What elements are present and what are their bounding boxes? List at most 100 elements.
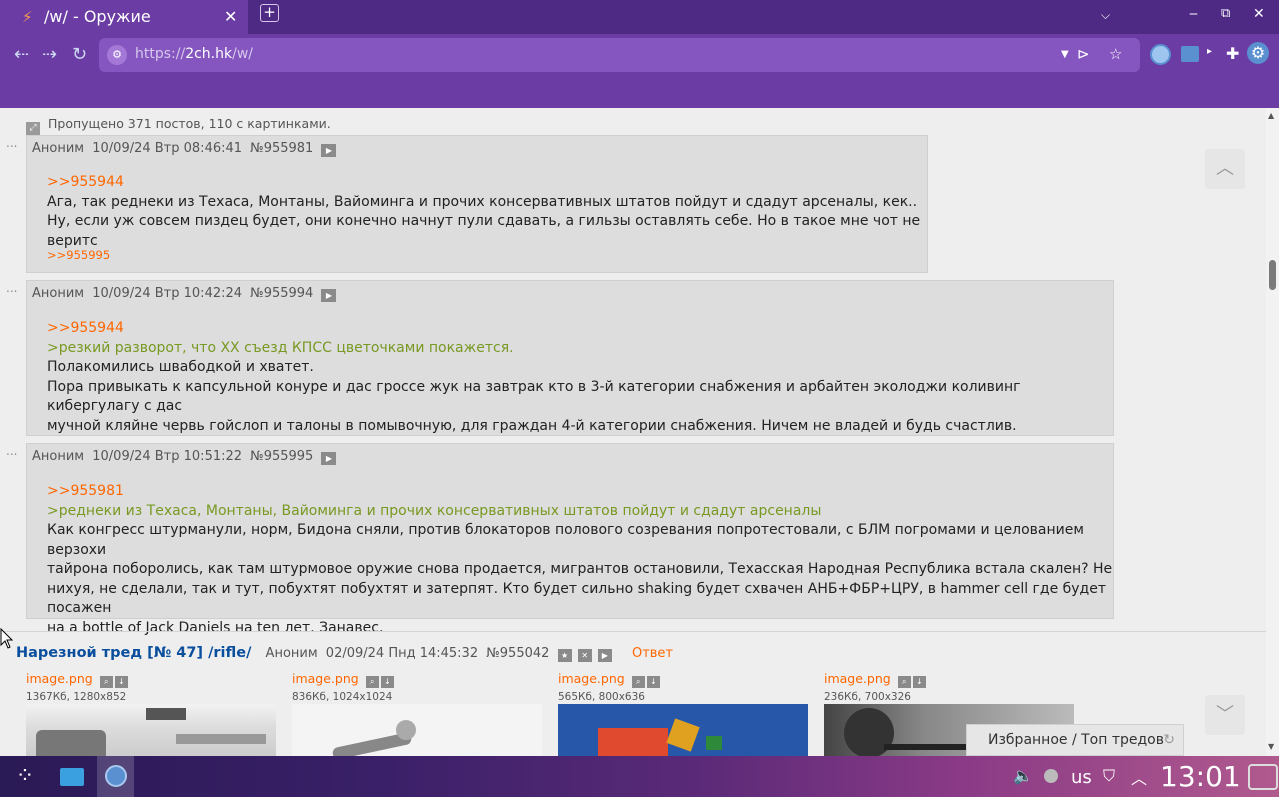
app-launcher-icon[interactable]: ⁘ [8, 756, 42, 797]
back-icon[interactable]: ⇠ [14, 44, 29, 65]
post-text: Полакомились швабодкой и хватет. [47, 359, 314, 375]
tab-active[interactable]: ⚡ /w/ - Оружие ✕ [0, 0, 248, 34]
show-desktop-icon[interactable] [1248, 764, 1278, 790]
clock[interactable]: 13:01 [1160, 760, 1241, 793]
site-settings-icon[interactable]: ⚙ [107, 45, 127, 65]
expand-icon[interactable]: ⤢ [26, 122, 40, 135]
hide-thread-icon[interactable]: ✕ [577, 649, 592, 662]
post-menu-dots[interactable]: ... [6, 281, 17, 295]
search-icon[interactable]: ⌕ [631, 676, 645, 688]
greentext-quote: >резкий разворот, что ХХ съезд КПСС цвет… [47, 339, 514, 356]
refresh-icon[interactable]: ↻ [1163, 732, 1175, 748]
play-icon[interactable]: ▶ [321, 144, 337, 157]
post-author: Аноним [32, 449, 85, 464]
image-filename[interactable]: image.png [292, 671, 359, 686]
image-thumbnail[interactable] [26, 704, 276, 756]
thread-divider [0, 631, 1266, 632]
scroll-up-arrow-icon[interactable]: ▲ [1268, 111, 1274, 120]
favorite-star-icon[interactable]: ★ [557, 649, 572, 662]
reply-link[interactable]: >>955981 [47, 482, 1113, 502]
play-icon[interactable]: ▶ [321, 452, 337, 465]
tab-bar: ⚡ /w/ - Оружие ✕ + ⌵ ‒ ⧉ ✕ [0, 0, 1279, 34]
reply-link[interactable]: >>955944 [47, 173, 927, 193]
post-number[interactable]: №955995 [250, 449, 313, 464]
post-body: >>955981 >реднеки из Техаса, Монтаны, Ва… [47, 482, 1113, 638]
post-menu-dots[interactable]: ... [6, 136, 17, 150]
post-header: Аноним 10/09/24 Втр 10:42:24 №955994 ▶ [32, 286, 340, 302]
extensions-puzzle-icon[interactable]: ✚ [1226, 44, 1239, 63]
post-text: Ага, так реднеки из Техаса, Монтаны, Вай… [47, 193, 918, 210]
scroll-up-button[interactable]: ︿ [1205, 149, 1245, 189]
play-icon[interactable]: ▶ [597, 649, 612, 662]
favorites-label[interactable]: Избранное / Топ тредов [988, 732, 1164, 748]
url-dropdown-icon[interactable]: ▼ [1061, 49, 1069, 60]
extension-arrow-icon[interactable]: ▸ [1207, 46, 1212, 57]
thread-date: 02/09/24 Пнд 14:45:32 [325, 646, 479, 661]
post-number[interactable]: №955994 [250, 286, 313, 301]
chevron-up-icon[interactable]: ︿ [1131, 765, 1147, 789]
search-icon[interactable]: ⌕ [99, 676, 113, 688]
reload-icon[interactable]: ↻ [72, 44, 87, 65]
thread-title[interactable]: Нарезной тред [№ 47] /rifle/ [16, 645, 251, 661]
download-icon[interactable]: ↓ [114, 676, 128, 688]
new-tab-button[interactable]: + [260, 4, 279, 22]
download-icon[interactable]: ↓ [380, 676, 394, 688]
download-icon[interactable]: ↓ [646, 676, 660, 688]
url-text[interactable]: https://2ch.hk/w/ [135, 46, 253, 62]
image-filename[interactable]: image.png [824, 671, 891, 686]
image-filename[interactable]: image.png [558, 671, 625, 686]
post-date: 10/09/24 Втр 08:46:41 [92, 141, 243, 156]
restore-icon[interactable]: ⧉ [1221, 6, 1230, 21]
image-thumbnail[interactable] [292, 704, 542, 756]
browser-globe-icon [105, 765, 127, 787]
forward-icon[interactable]: ⇢ [42, 44, 57, 65]
image-attachment: image.png ⌕ ↓ 836Кб, 1024x1024 [292, 668, 542, 756]
post-955994: Аноним 10/09/24 Втр 10:42:24 №955994 ▶ >… [26, 280, 1114, 436]
keyboard-layout[interactable]: us [1071, 767, 1092, 788]
scroll-down-button[interactable]: ﹀ [1205, 695, 1245, 735]
image-filename[interactable]: image.png [26, 671, 93, 686]
tab-close-icon[interactable]: ✕ [224, 7, 237, 26]
post-number[interactable]: №955981 [250, 141, 313, 156]
post-text: Пора привыкать к капсульной конуре и дас… [47, 378, 1021, 415]
post-body: >>955944 >резкий разворот, что ХХ съезд … [47, 319, 1113, 436]
post-menu-dots[interactable]: ... [6, 444, 17, 458]
post-955995: Аноним 10/09/24 Втр 10:51:22 №955995 ▶ >… [26, 443, 1114, 636]
image-thumbnail[interactable] [558, 704, 808, 756]
post-date: 10/09/24 Втр 10:42:24 [92, 286, 243, 301]
disc-icon[interactable] [1044, 769, 1058, 783]
scrollbar-thumb[interactable] [1269, 260, 1276, 290]
extension-download-icon[interactable] [1181, 46, 1199, 62]
answer-link[interactable]: Ответ [632, 646, 673, 661]
mouse-cursor-icon [0, 628, 14, 649]
taskbar-browser-item[interactable] [97, 756, 134, 797]
nav-bar: ⇠ ⇢ ↻ ⚙ https://2ch.hk/w/ ▼ ⊳ ☆ ▸ ✚ ⚙ [0, 34, 1279, 108]
search-icon[interactable]: ⌕ [365, 676, 379, 688]
window-close-icon[interactable]: ✕ [1253, 6, 1265, 22]
thread-number[interactable]: №955042 [486, 646, 549, 661]
minimize-icon[interactable]: ‒ [1189, 6, 1198, 22]
play-icon[interactable]: ▶ [321, 289, 337, 302]
volume-icon[interactable]: 🔈 [1013, 766, 1033, 785]
search-icon[interactable]: ⌕ [897, 676, 911, 688]
bookmark-star-icon[interactable]: ☆ [1109, 45, 1122, 63]
reply-link[interactable]: >>955944 [47, 319, 1113, 339]
favorites-panel[interactable]: Избранное / Топ тредов ↻ [966, 724, 1184, 756]
download-icon[interactable]: ↓ [912, 676, 926, 688]
settings-gear-icon[interactable]: ⚙ [1247, 42, 1269, 64]
post-author: Аноним [32, 286, 85, 301]
address-bar[interactable]: ⚙ https://2ch.hk/w/ ▼ ⊳ ☆ [99, 38, 1140, 72]
shield-icon[interactable]: ⛉ [1103, 766, 1115, 786]
scroll-down-arrow-icon[interactable]: ▼ [1268, 742, 1274, 751]
page-scrollbar[interactable]: ▲ ▼ [1266, 108, 1279, 756]
extension-clock-icon[interactable] [1150, 44, 1171, 65]
tab-list-chevron-icon[interactable]: ⌵ [1101, 8, 1110, 23]
taskbar: ⁘ 🔈 us ⛉ ︿ 13:01 [0, 756, 1279, 797]
post-author: Аноним [32, 141, 85, 156]
tab-title: /w/ - Оружие [44, 7, 151, 26]
chevron-down-icon: ﹀ [1216, 704, 1234, 725]
backlink[interactable]: >>955995 [47, 248, 110, 262]
send-icon[interactable]: ⊳ [1077, 45, 1090, 63]
file-manager-icon[interactable] [60, 768, 84, 786]
thread-header: Нарезной тред [№ 47] /rifle/ Аноним 02/0… [16, 645, 673, 662]
